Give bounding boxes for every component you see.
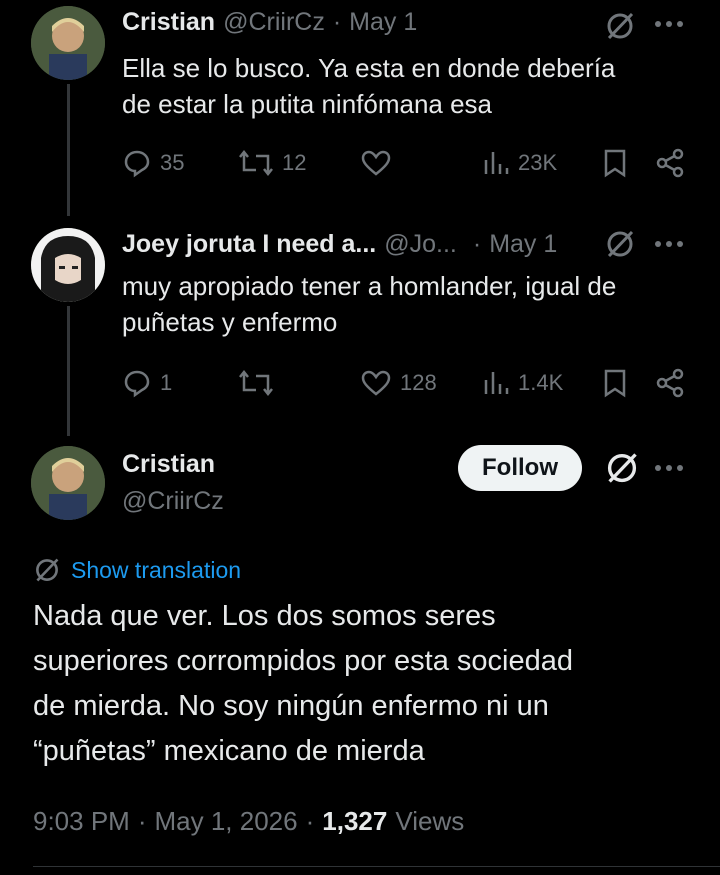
show-translation-link[interactable]: Show translation xyxy=(33,556,241,584)
more-icon[interactable] xyxy=(654,240,684,248)
tweet-time[interactable]: 9:03 PM xyxy=(33,806,130,837)
retweet-count: 12 xyxy=(282,150,307,175)
like-button[interactable]: 128 xyxy=(360,368,437,398)
reply-count: 1 xyxy=(160,370,173,395)
retweet-icon xyxy=(238,148,274,178)
tweet-text-line: superiores corrompidos por esta sociedad xyxy=(33,645,573,677)
avatar[interactable] xyxy=(31,446,105,520)
bookmark-icon[interactable] xyxy=(602,148,628,178)
grok-icon[interactable] xyxy=(604,450,640,486)
show-translation-label: Show translation xyxy=(71,556,242,583)
thread-line xyxy=(67,84,70,216)
reply-count: 35 xyxy=(160,150,185,175)
avatar[interactable] xyxy=(31,228,105,302)
like-button[interactable] xyxy=(360,148,392,178)
retweet-button[interactable] xyxy=(238,368,274,398)
separator: · xyxy=(472,230,482,258)
reply-icon xyxy=(122,368,152,398)
views-count: 1.4K xyxy=(518,370,564,395)
like-count: 128 xyxy=(400,370,437,395)
author-handle[interactable]: @Jo... xyxy=(384,230,457,259)
tweet-text-line: Ella se lo busco. Ya esta en donde deber… xyxy=(122,53,616,83)
heart-icon xyxy=(360,148,392,178)
tweet-meta: 9:03 PM · May 1, 2026 · 1,327 Views xyxy=(33,806,464,837)
tweet-text-line: de estar la putita ninfómana esa xyxy=(122,89,493,119)
grok-icon[interactable] xyxy=(604,228,636,260)
views-count: 23K xyxy=(518,150,558,175)
separator: · xyxy=(332,8,342,36)
tweet-text-line: Nada que ver. Los dos somos seres xyxy=(33,600,496,632)
views-button[interactable]: 1.4K xyxy=(482,368,563,398)
retweet-icon xyxy=(238,368,274,398)
tweet-text-line: muy apropiado tener a homlander, igual d… xyxy=(122,271,617,301)
grok-icon[interactable] xyxy=(604,10,636,42)
reply-button[interactable]: 35 xyxy=(122,148,184,178)
retweet-button[interactable]: 12 xyxy=(238,148,306,178)
tweet-text-line: de mierda. No soy ningún enfermo ni un xyxy=(33,690,549,722)
more-icon[interactable] xyxy=(654,20,684,28)
tweet-date[interactable]: May 1 xyxy=(349,8,417,37)
tweet-text-line: puñetas y enfermo xyxy=(122,307,338,337)
grok-icon xyxy=(33,556,61,584)
author-name[interactable]: Joey joruta I need a... xyxy=(122,230,376,259)
share-icon[interactable] xyxy=(654,368,686,398)
divider xyxy=(33,866,720,867)
bookmark-icon[interactable] xyxy=(602,368,628,398)
tweet-text-line: “puñetas” mexicano de mierda xyxy=(33,735,425,767)
heart-icon xyxy=(360,368,392,398)
follow-button[interactable]: Follow xyxy=(458,445,582,491)
thread-line xyxy=(67,306,70,436)
reply-icon xyxy=(122,148,152,178)
avatar[interactable] xyxy=(31,6,105,80)
reply-button[interactable]: 1 xyxy=(122,368,172,398)
analytics-icon xyxy=(482,368,510,398)
share-icon[interactable] xyxy=(654,148,686,178)
tweet-date[interactable]: May 1, 2026 xyxy=(155,806,298,837)
views-label: Views xyxy=(395,806,465,836)
more-icon[interactable] xyxy=(654,464,684,472)
author-name[interactable]: Cristian xyxy=(122,8,215,37)
tweet-body: Nada que ver. Los dos somos seres superi… xyxy=(33,594,703,774)
separator: · xyxy=(137,806,147,836)
views-count: 1,327 xyxy=(322,806,388,836)
analytics-icon xyxy=(482,148,510,178)
views-button[interactable]: 23K xyxy=(482,148,557,178)
tweet-date[interactable]: May 1 xyxy=(489,230,557,259)
separator: · xyxy=(305,806,315,836)
author-handle[interactable]: @CriirCz xyxy=(223,8,325,37)
author-handle[interactable]: @CriirCz xyxy=(122,487,224,516)
author-name[interactable]: Cristian xyxy=(122,450,215,479)
